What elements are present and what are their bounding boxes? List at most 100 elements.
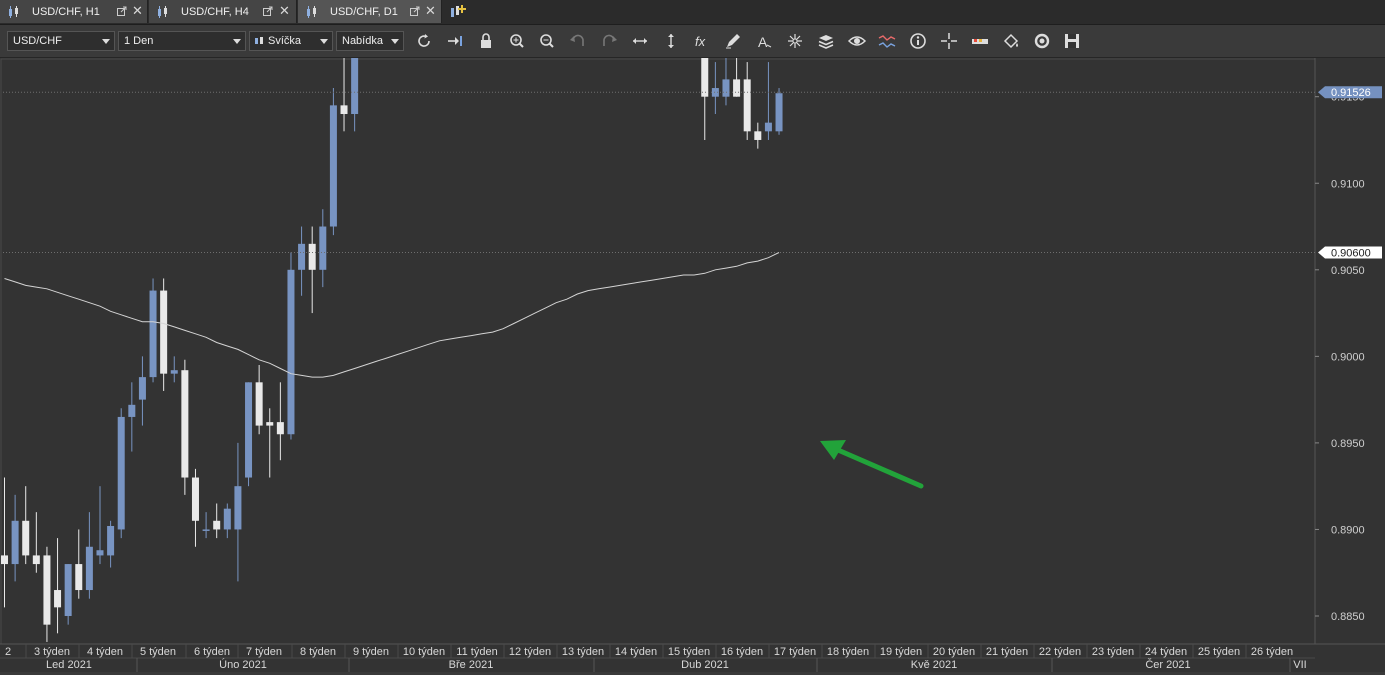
candle-body [266, 422, 274, 426]
month-label: Čer 2021 [1145, 658, 1190, 671]
candle-body [64, 564, 72, 616]
pattern-star-icon[interactable] [785, 32, 805, 50]
tab-label: USD/CHF, D1 [330, 5, 398, 18]
candle-body [351, 13, 359, 115]
period-value: 1 Den [124, 35, 154, 47]
candlestick-icon [8, 5, 22, 18]
ruler-icon[interactable] [970, 32, 990, 50]
month-label: Dub 2021 [681, 659, 729, 671]
theme-circle-icon[interactable] [1032, 32, 1052, 50]
week-label: 23 týden [1092, 646, 1134, 658]
candle-body [43, 555, 51, 625]
candle-body [128, 404, 136, 417]
candle [287, 252, 295, 440]
week-label: 25 týden [1198, 646, 1240, 658]
candle-body [149, 290, 157, 378]
save-icon[interactable] [1062, 32, 1082, 50]
chart-area[interactable]: 0.8850 0.8900 0.8950 0.9000 0.9050 0.9100 0.91… [0, 0, 1385, 672]
visibility-eye-icon[interactable] [847, 32, 867, 50]
price-type-select[interactable]: Nabídka [336, 31, 404, 51]
indicators-fx-icon[interactable]: fx [692, 32, 712, 50]
scroll-to-end-icon[interactable] [445, 32, 465, 50]
instrument-value: USD/CHF [13, 35, 62, 47]
candle [245, 382, 253, 487]
svg-text:A: A [758, 34, 768, 50]
chart-tab-bar: USD/CHF, H1 ✕ USD/CHF, H4 ✕ USD/CHF, D1 … [0, 0, 1385, 25]
oscillator-icon[interactable] [877, 32, 897, 50]
candle [149, 278, 157, 383]
candle-body [32, 555, 40, 565]
candlestick-icon [306, 5, 320, 18]
draw-pencil-icon[interactable] [723, 32, 743, 50]
candle [64, 564, 72, 625]
candle-body [96, 550, 104, 556]
price-tick-label: 0.9100 [1331, 178, 1365, 190]
month-label: Led 2021 [46, 659, 92, 671]
candle-body [107, 525, 115, 556]
detach-icon[interactable] [117, 6, 127, 16]
week-label: 24 týden [1145, 646, 1187, 658]
instrument-select[interactable]: USD/CHF [7, 31, 115, 51]
vertical-stretch-icon[interactable] [661, 32, 681, 50]
lock-icon[interactable] [476, 32, 496, 50]
candle-body [191, 477, 199, 521]
week-label: 20 týden [933, 646, 975, 658]
close-icon[interactable]: ✕ [279, 3, 290, 19]
candlestick-chart[interactable]: 0.8850 0.8900 0.8950 0.9000 0.9050 0.9100 0.91… [0, 0, 1385, 672]
candle-body [138, 377, 146, 400]
week-label: 13 týden [562, 646, 604, 658]
crosshair-icon[interactable] [939, 32, 959, 50]
close-icon[interactable]: ✕ [132, 3, 143, 19]
month-label: Bře 2021 [449, 659, 494, 671]
candle [775, 88, 783, 135]
candle-body [743, 79, 751, 132]
candle-body [722, 79, 730, 97]
price-tick-label: 0.8950 [1331, 438, 1365, 450]
candle-body [223, 508, 231, 530]
candle-body [117, 416, 125, 530]
tab-usdchf-h4[interactable]: USD/CHF, H4 ✕ [149, 0, 297, 23]
month-label: Kvě 2021 [911, 659, 957, 671]
week-label: 14 týden [615, 646, 657, 658]
week-label: 10 týden [403, 646, 445, 658]
candle-body [308, 243, 316, 270]
candle-body [319, 226, 327, 270]
candle-body [340, 105, 348, 115]
period-select[interactable]: 1 Den [118, 31, 246, 51]
zoom-in-icon[interactable] [507, 32, 527, 50]
tab-usdchf-d1[interactable]: USD/CHF, D1 ✕ [298, 0, 442, 23]
zoom-out-icon[interactable] [537, 32, 557, 50]
chart-type-select[interactable]: Svíčka [249, 31, 333, 51]
week-label: 3 týden [34, 646, 70, 658]
fill-bucket-icon[interactable] [1001, 32, 1021, 50]
chart-toolbar: USD/CHF 1 Den Svíčka Nabídka fx A [0, 25, 1385, 58]
candle-body [329, 105, 337, 227]
chevron-down-icon [391, 39, 399, 44]
week-label: 21 týden [986, 646, 1028, 658]
week-label: 8 týden [300, 646, 336, 658]
candle-body [1, 555, 8, 565]
detach-icon[interactable] [263, 6, 273, 16]
text-tool-icon[interactable]: A [754, 32, 774, 50]
tab-usdchf-h1[interactable]: USD/CHF, H1 ✕ [0, 0, 148, 23]
candle-body [733, 79, 741, 97]
close-icon[interactable]: ✕ [425, 3, 436, 19]
info-icon[interactable] [908, 32, 928, 50]
candle [181, 359, 189, 495]
layers-icon[interactable] [816, 32, 836, 50]
refresh-icon[interactable] [414, 32, 434, 50]
horizontal-stretch-icon[interactable] [630, 32, 650, 50]
new-chart-tab-icon[interactable] [448, 2, 468, 22]
week-label: 22 týden [1039, 646, 1081, 658]
candle-body [85, 546, 93, 591]
month-label: Úno 2021 [219, 658, 267, 671]
candle [329, 88, 337, 236]
week-label: 19 týden [880, 646, 922, 658]
week-label: 7 týden [246, 646, 282, 658]
redo-icon[interactable] [599, 32, 619, 50]
week-label: 15 týden [668, 646, 710, 658]
chevron-down-icon [233, 39, 241, 44]
week-label: 26 týden [1251, 646, 1293, 658]
detach-icon[interactable] [410, 6, 420, 16]
undo-icon[interactable] [568, 32, 588, 50]
